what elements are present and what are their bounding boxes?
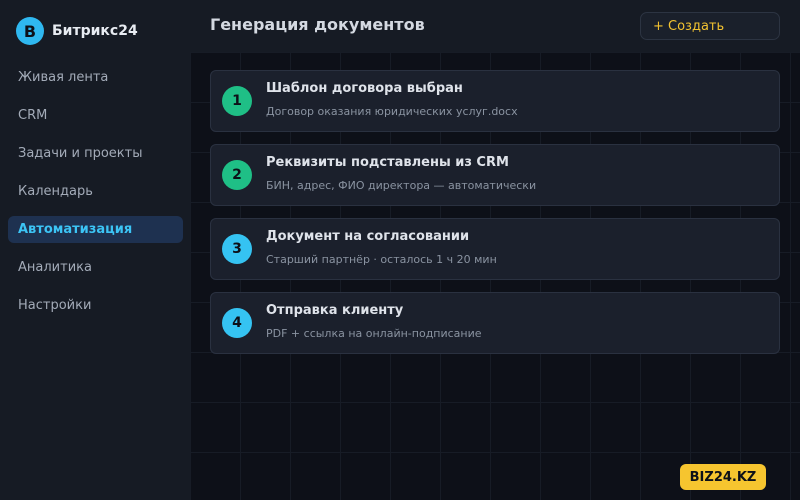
step-title: Документ на согласовании [266,229,470,244]
step-number-badge: 1 [222,86,252,116]
step-number-badge: 2 [222,160,252,190]
sidebar-nav: Живая лента CRM Задачи и проекты Календа… [8,64,183,330]
step-card[interactable]: 4 Отправка клиенту PDF + ссылка на онлай… [210,292,780,354]
brand[interactable]: B Битрикс24 [16,16,138,46]
page-title: Генерация документов [210,15,425,34]
sidebar-item-analytics[interactable]: Аналитика [8,254,183,281]
sidebar-item-automation[interactable]: Автоматизация [8,216,183,243]
brand-name: Битрикс24 [52,23,138,39]
sidebar-item-settings[interactable]: Настройки [8,292,183,319]
step-title: Реквизиты подставлены из CRM [266,155,509,170]
sidebar-item-feed[interactable]: Живая лента [8,64,183,91]
step-subtitle: PDF + ссылка на онлайн-подписание [266,327,482,340]
step-number-badge: 4 [222,308,252,338]
main-content: 1 Шаблон договора выбран Договор оказани… [190,52,800,500]
create-button[interactable]: + Создать [640,12,780,40]
step-title: Шаблон договора выбран [266,81,463,96]
bitrix-logo-icon: B [16,17,44,45]
sidebar-item-crm[interactable]: CRM [8,102,183,129]
sidebar: B Битрикс24 Живая лента CRM Задачи и про… [0,0,190,500]
step-subtitle: Договор оказания юридических услуг.docx [266,105,518,118]
step-card[interactable]: 2 Реквизиты подставлены из CRM БИН, адре… [210,144,780,206]
step-title: Отправка клиенту [266,303,404,318]
step-subtitle: БИН, адрес, ФИО директора — автоматическ… [266,179,537,192]
step-subtitle: Старший партнёр · осталось 1 ч 20 мин [266,253,497,266]
sidebar-item-tasks[interactable]: Задачи и проекты [8,140,183,167]
topbar: Генерация документов + Создать [190,0,800,52]
step-number-badge: 3 [222,234,252,264]
step-card[interactable]: 3 Документ на согласовании Старший партн… [210,218,780,280]
app-window: B Битрикс24 Живая лента CRM Задачи и про… [0,0,800,500]
sidebar-item-calendar[interactable]: Календарь [8,178,183,205]
step-card[interactable]: 1 Шаблон договора выбран Договор оказани… [210,70,780,132]
biz24-badge[interactable]: BIZ24.KZ [680,464,766,490]
